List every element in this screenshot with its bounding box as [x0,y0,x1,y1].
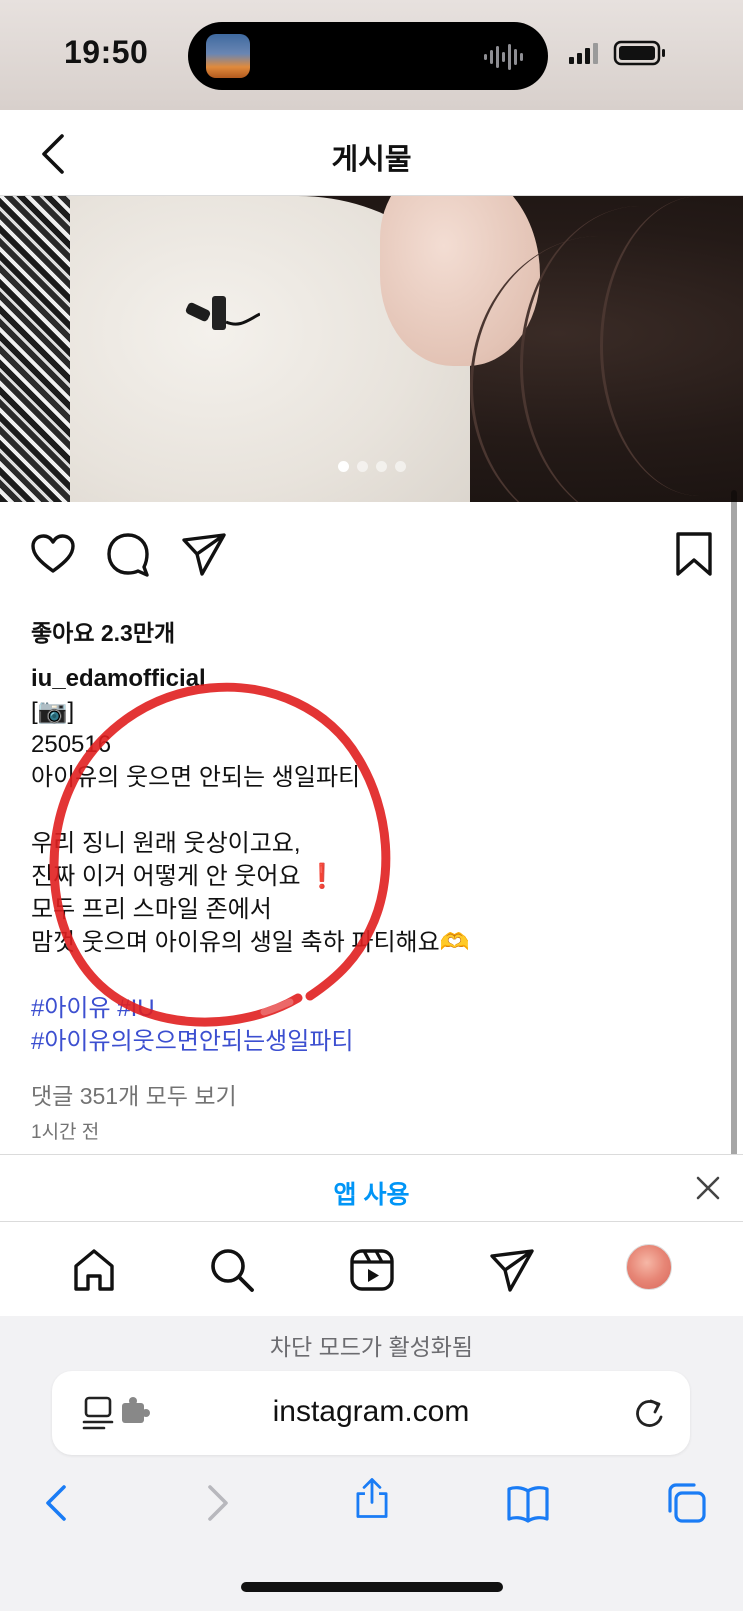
lapel-mic-graphic [185,296,260,330]
direct-message-icon[interactable] [488,1246,536,1294]
view-all-comments-link[interactable]: 댓글 351개 모두 보기 [31,1077,237,1111]
battery-icon [613,40,665,66]
like-heart-icon[interactable] [29,530,77,578]
caption-line: 250516 [31,731,112,758]
use-app-button[interactable]: 앱 사용 [0,1175,743,1211]
post-timestamp: 1시간 전 [31,1122,100,1143]
now-playing-artwork [206,34,250,78]
caption-line: 우리 징니 원래 웃상이고요, [31,830,301,857]
tabs-icon[interactable] [664,1481,708,1525]
caption-line: 진짜 이거 어떻게 안 웃어요 ❗ [31,860,711,893]
caption-line: 맘껏 웃으며 아이유의 생일 축하 파티해요🫶 [31,929,470,956]
share-send-icon[interactable] [180,530,228,578]
post-caption: iu_edamofficial [📷] 250516 아이유의 웃으면 안되는 … [31,662,711,1058]
page-title: 게시물 [331,144,412,176]
url-text[interactable]: instagram.com [52,1395,690,1429]
status-icons [569,40,665,66]
caption-line: [📷] [31,698,75,725]
carousel-dot [338,461,349,472]
safari-toolbar: 차단 모드가 활성화됨 instagram.com [0,1316,743,1611]
address-bar[interactable]: instagram.com [52,1371,690,1455]
post-header: 게시물 [0,110,743,196]
home-icon[interactable] [70,1246,118,1294]
reload-icon[interactable] [632,1395,666,1431]
exclamation-emoji: ❗ [307,863,338,890]
comment-icon[interactable] [104,530,152,578]
safari-forward-icon[interactable] [194,1481,238,1525]
open-app-banner: 앱 사용 [0,1154,743,1222]
hashtag-line[interactable]: #아이유 #IU [31,992,711,1025]
caption-line-text: 진짜 이거 어떻게 안 웃어요 [31,863,308,890]
bottom-nav [0,1222,743,1316]
hashtag-line[interactable]: #아이유의웃으면안되는생일파티 [31,1025,711,1058]
post-image[interactable] [0,196,743,502]
profile-avatar[interactable] [626,1244,672,1290]
caption-line: 모두 프리 스마일 존에서 [31,896,272,923]
signal-icon [569,43,598,64]
home-indicator[interactable] [241,1582,503,1592]
carousel-dot [357,461,368,472]
audio-waveform-icon [484,44,523,70]
status-time: 19:50 [64,34,149,70]
dynamic-island [188,22,548,90]
carousel-dot [376,461,387,472]
post-actions [0,530,743,590]
safari-share-icon[interactable] [350,1476,394,1520]
caption-line: 아이유의 웃으면 안되는 생일파티 [31,764,361,791]
safari-back-icon[interactable] [36,1481,80,1525]
bookmark-icon[interactable] [670,530,718,578]
like-count[interactable]: 좋아요 2.3만개 [31,614,175,648]
status-bar: 19:50 [0,0,743,110]
author-username[interactable]: iu_edamofficial [31,662,711,695]
carousel-indicator [338,461,408,475]
lockdown-mode-notice: 차단 모드가 활성화됨 [269,1334,474,1360]
search-icon[interactable] [208,1246,256,1294]
carousel-dot [395,461,406,472]
reels-icon[interactable] [348,1246,396,1294]
bookmarks-icon[interactable] [506,1481,550,1525]
close-icon[interactable] [695,1175,721,1201]
